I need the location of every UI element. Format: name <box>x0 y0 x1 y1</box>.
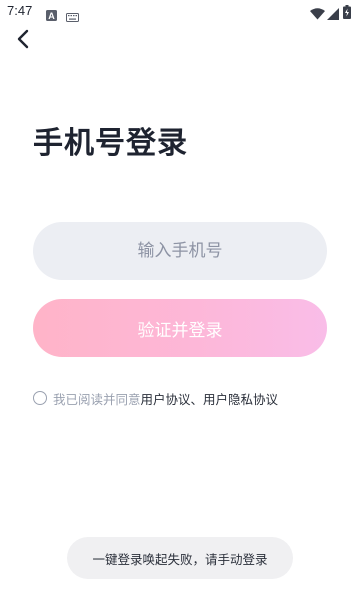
user-agreement-link[interactable]: 用户协议 <box>141 389 191 408</box>
toast-message: 一键登录唤起失败，请手动登录 <box>67 537 293 579</box>
a-notification-icon: A <box>46 6 57 25</box>
page-title: 手机号登录 <box>33 126 188 161</box>
status-bar: 7:47 A <box>0 0 360 24</box>
agreement-checkbox[interactable] <box>33 391 47 405</box>
wifi-icon <box>310 5 325 24</box>
battery-charging-icon <box>343 4 351 23</box>
svg-text:A: A <box>48 11 55 21</box>
back-button[interactable] <box>10 28 36 54</box>
phone-number-input[interactable] <box>33 222 327 280</box>
agreement-row: 我已阅读并同意 用户协议 、 用户隐私协议 <box>33 388 278 408</box>
chevron-left-icon <box>16 29 30 53</box>
verify-login-button[interactable]: 验证并登录 <box>33 299 327 357</box>
privacy-agreement-link[interactable]: 用户隐私协议 <box>203 389 278 408</box>
status-time: 7:47 <box>7 3 33 18</box>
agreement-separator: 、 <box>190 391 204 407</box>
signal-icon <box>327 5 339 24</box>
agreement-prefix: 我已阅读并同意 <box>53 391 141 407</box>
keyboard-icon <box>66 7 79 26</box>
